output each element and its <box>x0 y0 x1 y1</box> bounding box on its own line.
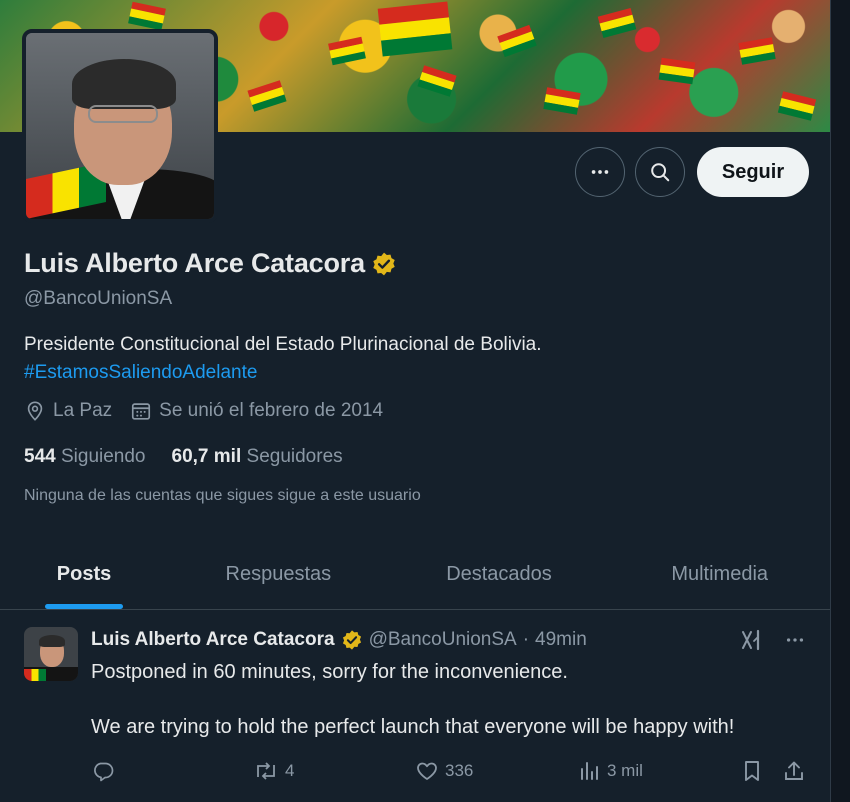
tweet-text-line-2: We are trying to hold the perfect launch… <box>91 716 735 738</box>
retweet-icon <box>257 762 275 780</box>
reply-button[interactable] <box>91 759 115 783</box>
following-label: Siguiendo <box>60 446 146 467</box>
following-link[interactable]: 544 Siguiendo <box>24 446 146 468</box>
tweet-separator: · <box>522 629 530 650</box>
verified-badge-icon[interactable] <box>371 251 397 277</box>
following-count: 544 <box>24 446 56 467</box>
tab-label: Respuestas <box>225 563 332 585</box>
tab-destacados[interactable]: Destacados <box>389 540 610 609</box>
reply-icon <box>94 762 114 782</box>
location-pin-icon <box>27 401 43 421</box>
location-item: La Paz <box>24 400 112 422</box>
more-icon <box>591 170 609 174</box>
profile-handle: @BancoUnionSA <box>24 288 173 309</box>
search-icon <box>651 163 670 182</box>
verified-badge-icon[interactable] <box>341 629 363 651</box>
tweet-header: Luis Alberto Arce Catacora @BancoUnionSA… <box>91 629 587 651</box>
profile-tabs: Posts Respuestas Destacados Multimedia <box>0 540 830 610</box>
profile-bio: Presidente Constitucional del Estado Plu… <box>24 331 542 387</box>
profile-avatar[interactable] <box>22 29 218 223</box>
tab-respuestas[interactable]: Respuestas <box>168 540 389 609</box>
views-chart-icon <box>581 762 598 780</box>
heart-icon <box>417 762 437 780</box>
more-button[interactable] <box>575 147 625 197</box>
retweet-count: 4 <box>285 761 295 780</box>
profile-name: Luis Alberto Arce Catacora <box>24 248 365 278</box>
tweet-header-actions <box>740 629 806 651</box>
followers-link[interactable]: 60,7 mil Seguidores <box>172 446 343 468</box>
tweet[interactable]: Luis Alberto Arce Catacora @BancoUnionSA… <box>0 611 830 802</box>
joined-text: Se unió el febrero de 2014 <box>159 400 384 421</box>
bookmark-icon <box>745 761 759 781</box>
more-icon[interactable] <box>784 629 806 651</box>
tab-label: Posts <box>56 563 112 585</box>
tab-label: Destacados <box>446 563 552 585</box>
profile-meta: La Paz Se unió el febrero de 2014 <box>24 400 401 422</box>
tweet-author-name[interactable]: Luis Alberto Arce Catacora <box>91 629 335 651</box>
like-count: 336 <box>445 761 474 780</box>
tweet-avatar[interactable] <box>24 627 78 681</box>
tweet-timestamp[interactable]: 49min <box>535 629 587 651</box>
profile-stats: 544 Siguiendo 60,7 mil Seguidores <box>24 446 369 468</box>
tab-posts[interactable]: Posts <box>0 540 168 609</box>
bookmark-button[interactable] <box>741 759 763 783</box>
like-button[interactable]: 336 <box>415 759 473 783</box>
tweet-author-handle[interactable]: @BancoUnionSA <box>369 629 517 651</box>
tab-multimedia[interactable]: Multimedia <box>609 540 830 609</box>
views-count: 3 mil <box>607 761 643 780</box>
search-button[interactable] <box>635 147 685 197</box>
scrollbar-gutter[interactable] <box>830 0 850 802</box>
location-text: La Paz <box>53 400 113 421</box>
views-button[interactable]: 3 mil <box>579 759 643 783</box>
joined-item: Se unió el febrero de 2014 <box>130 400 383 422</box>
grok-icon[interactable] <box>740 629 764 651</box>
bio-hashtag-link[interactable]: #EstamosSaliendoAdelante <box>24 359 542 387</box>
follow-button[interactable]: Seguir <box>697 147 809 197</box>
profile-name-row: Luis Alberto Arce Catacora <box>24 248 397 279</box>
followers-count: 60,7 mil <box>171 446 242 467</box>
tweet-actions: 4 336 3 mil <box>91 759 811 787</box>
bio-text: Presidente Constitucional del Estado Plu… <box>24 334 542 355</box>
retweet-button[interactable]: 4 <box>253 759 294 783</box>
followers-label: Seguidores <box>246 446 343 467</box>
share-button[interactable] <box>783 759 805 783</box>
mutual-followers-note: Ninguna de las cuentas que sigues sigue … <box>24 487 421 504</box>
tab-label: Multimedia <box>671 563 769 585</box>
share-icon <box>785 761 803 780</box>
profile-page: Seguir Luis Alberto Arce Catacora @Banco… <box>0 0 830 802</box>
active-tab-indicator <box>45 604 123 609</box>
tweet-text-line-1: Postponed in 60 minutes, sorry for the i… <box>91 661 568 683</box>
calendar-icon <box>132 403 151 420</box>
